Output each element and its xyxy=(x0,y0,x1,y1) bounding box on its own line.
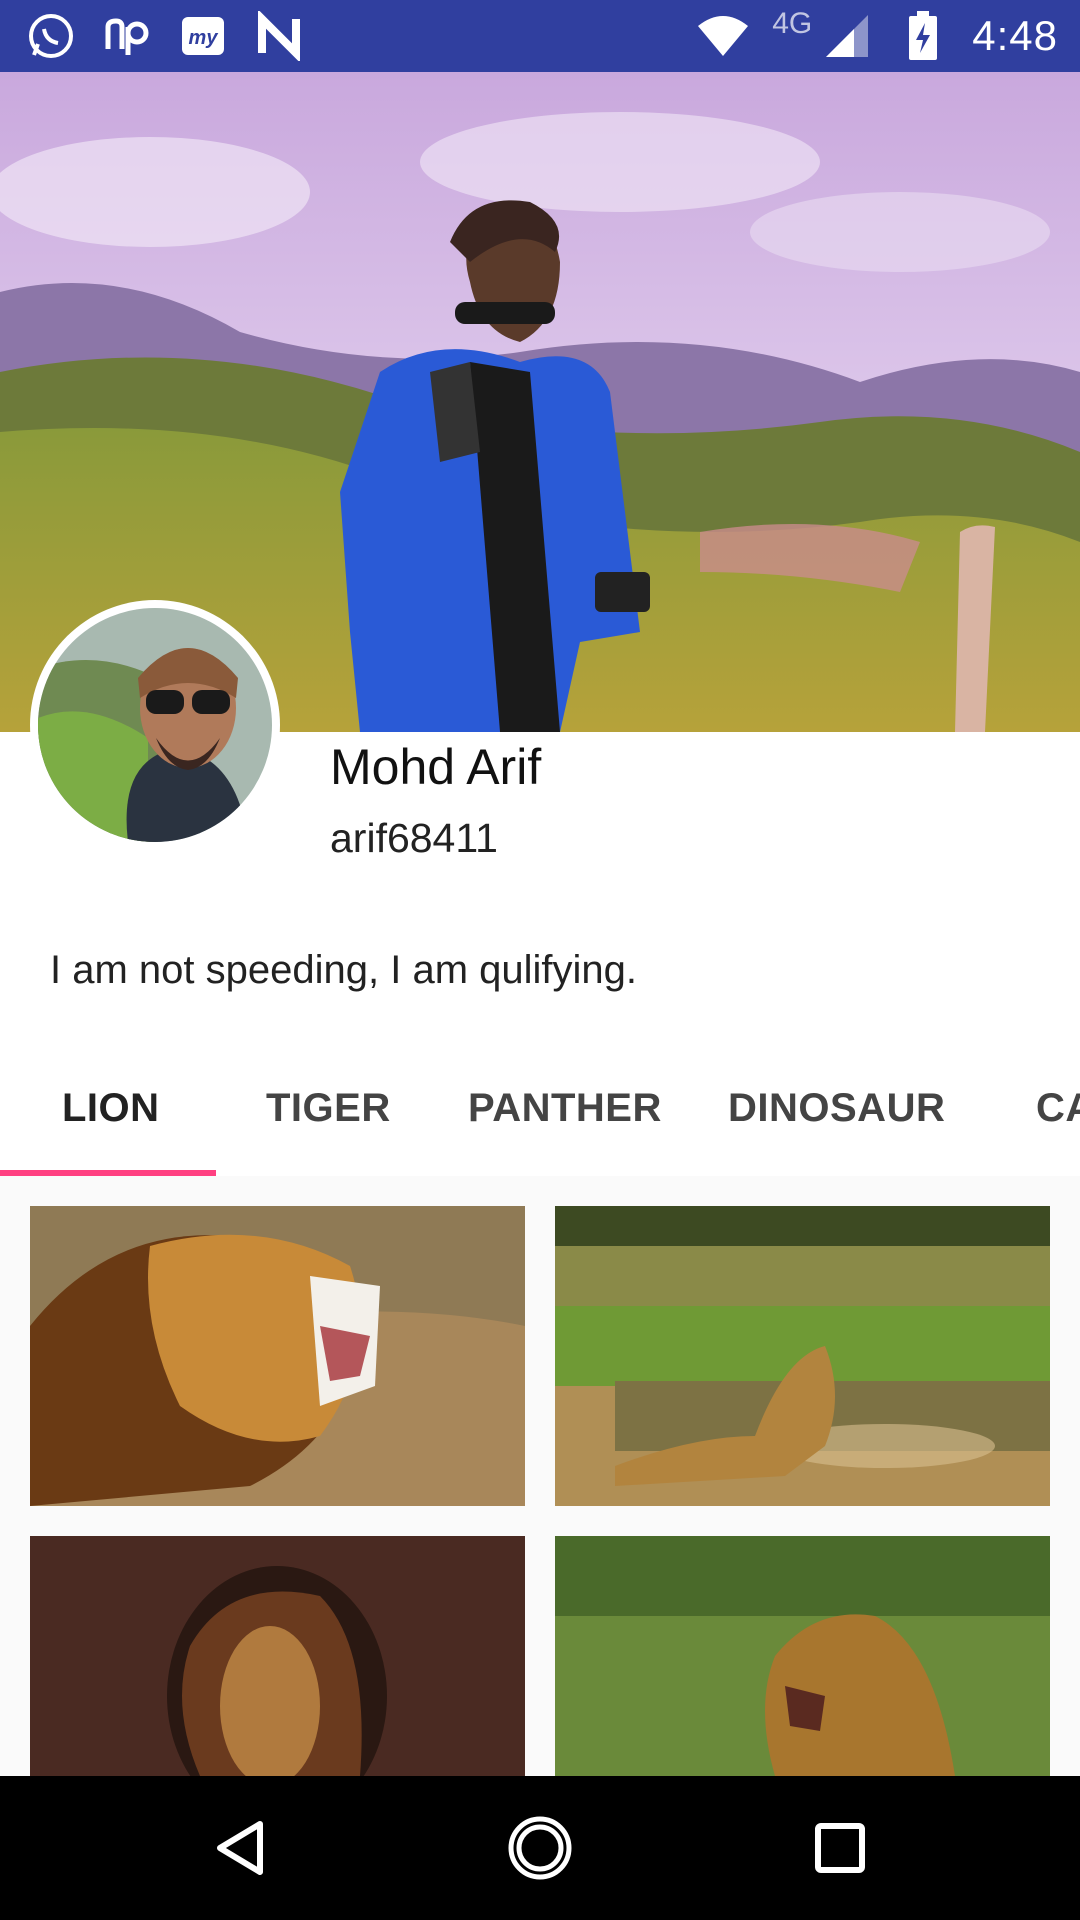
network-type: 4G xyxy=(772,7,813,40)
status-bar: my 4G 4:48 xyxy=(0,0,1080,72)
profile-bio: I am not speeding, I am qulifying. xyxy=(50,948,637,992)
battery-charging-icon xyxy=(896,9,950,63)
tab-panther[interactable]: PANTHER xyxy=(468,1086,662,1131)
tab-dinosaur[interactable]: DINOSAUR xyxy=(728,1086,945,1131)
category-tabs: LION TIGER PANTHER DINOSAUR CA xyxy=(0,1050,1080,1176)
whatsapp-icon xyxy=(24,9,78,63)
tab-ca[interactable]: CA xyxy=(1036,1086,1080,1131)
signal-icon xyxy=(820,9,874,63)
navigation-bar xyxy=(0,1776,1080,1920)
tab-lion[interactable]: LION xyxy=(62,1086,160,1131)
np-icon xyxy=(100,9,154,63)
lion-photo-2[interactable] xyxy=(555,1206,1050,1506)
clock: 4:48 xyxy=(972,12,1058,59)
lion-photo-3[interactable] xyxy=(30,1536,525,1776)
photo-grid xyxy=(0,1176,1080,1776)
lion-photo-1[interactable] xyxy=(30,1206,525,1506)
profile-name: Mohd Arif xyxy=(330,739,542,795)
profile-username: arif68411 xyxy=(330,815,498,861)
home-icon[interactable] xyxy=(504,1812,576,1884)
n-icon xyxy=(252,9,306,63)
my-app-icon: my xyxy=(176,9,230,63)
back-icon[interactable] xyxy=(204,1812,276,1884)
svg-text:my: my xyxy=(189,27,219,49)
recents-icon[interactable] xyxy=(804,1812,876,1884)
tab-tiger[interactable]: TIGER xyxy=(266,1086,391,1131)
lion-photo-4[interactable] xyxy=(555,1536,1050,1776)
avatar[interactable] xyxy=(30,600,280,850)
wifi-icon xyxy=(696,9,750,63)
